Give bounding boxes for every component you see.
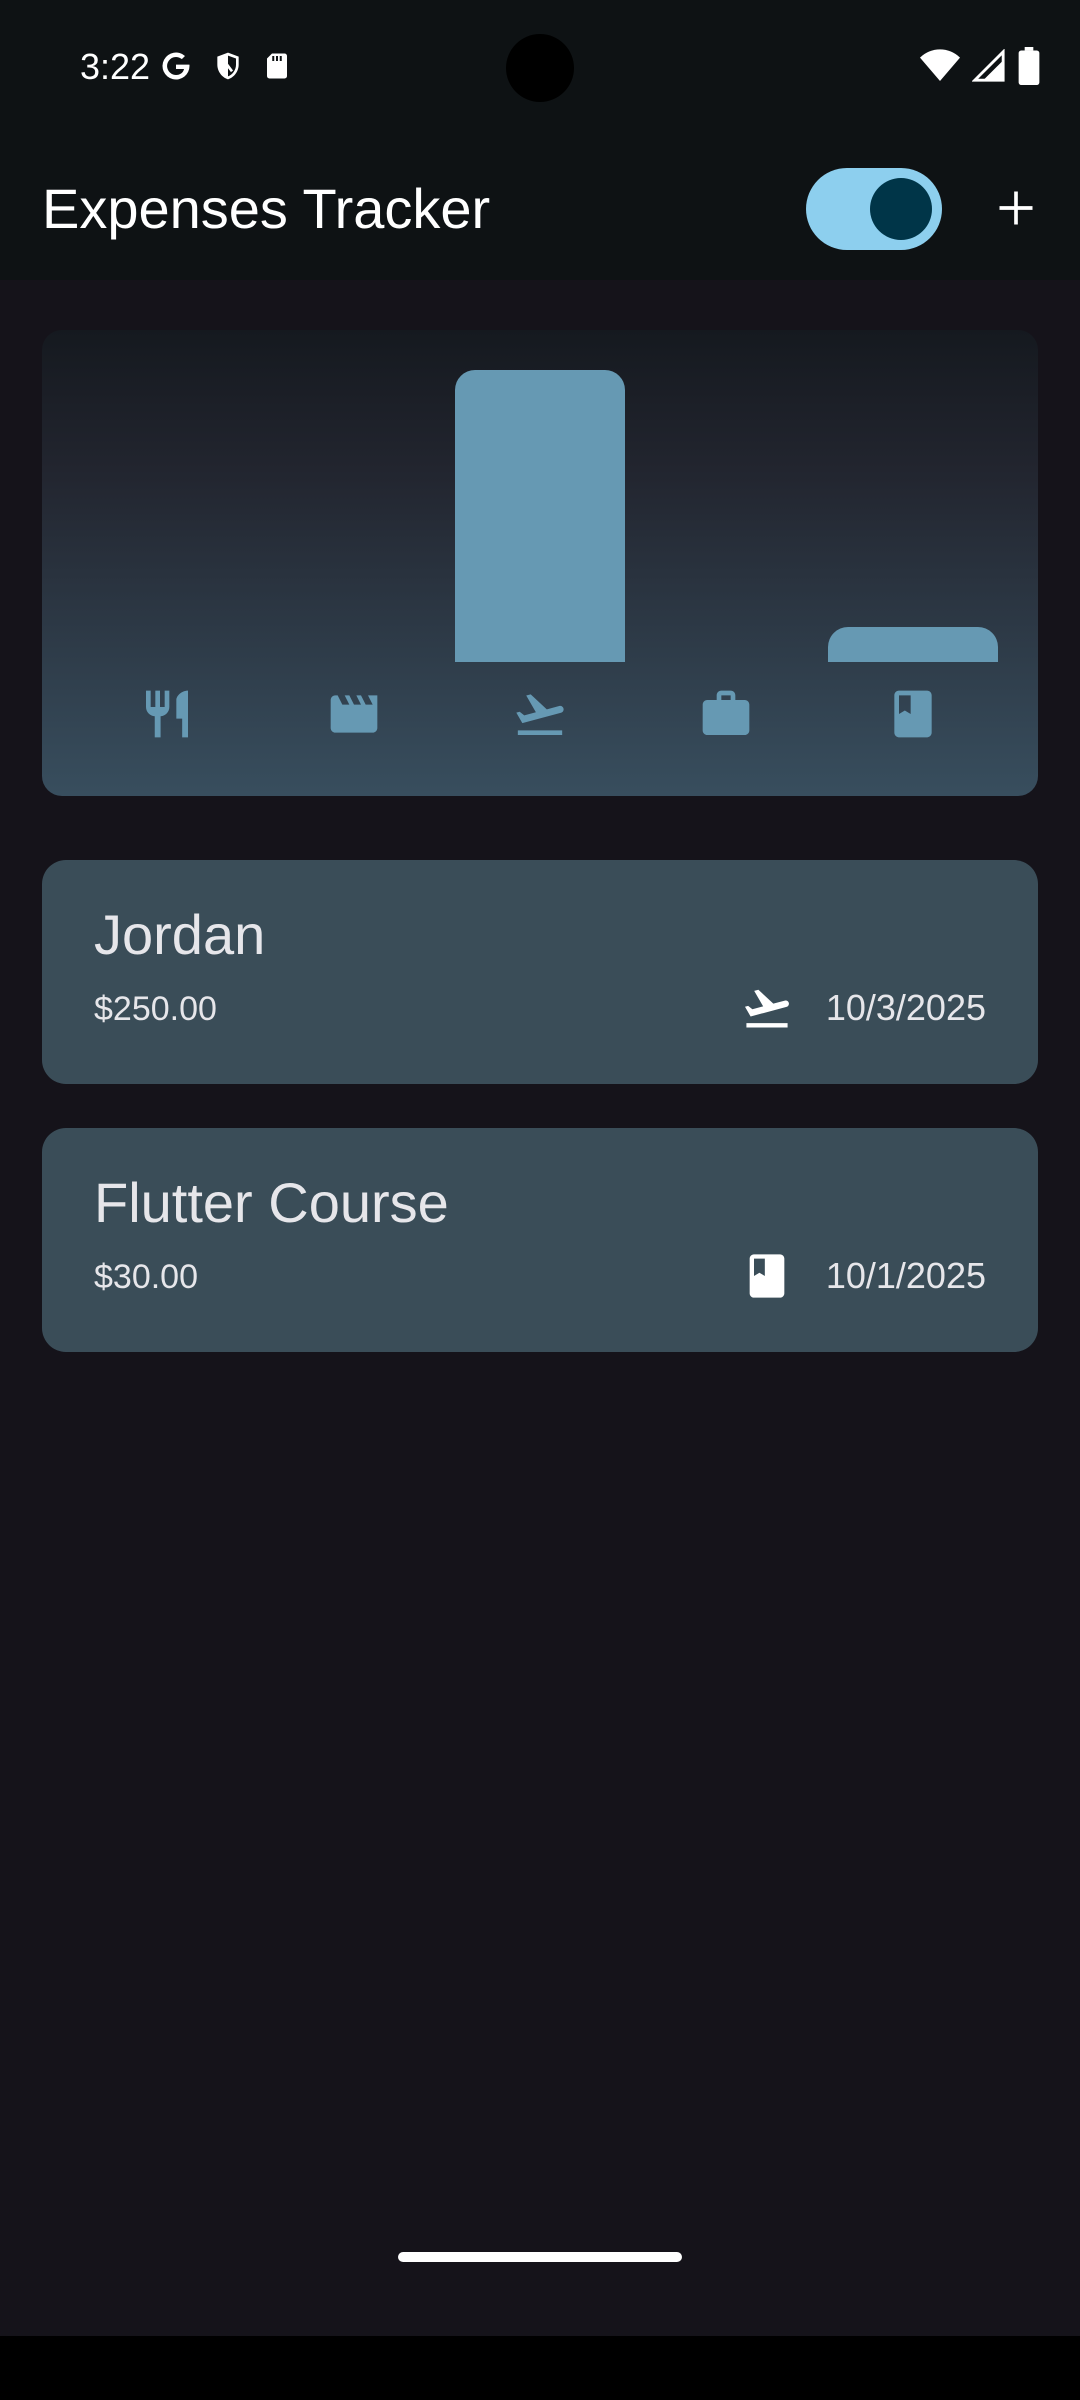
status-bar: 3:22 [0,0,1080,136]
flight-takeoff-icon [510,684,570,744]
system-nav-bar [0,2336,1080,2400]
chart-category-icons [74,684,1006,744]
switch-thumb [870,178,932,240]
expense-item[interactable]: Flutter Course $30.00 10/1/2025 [42,1128,1038,1352]
sd-card-icon [262,49,292,88]
signal-icon [971,47,1006,88]
expense-date: 10/3/2025 [825,987,986,1028]
home-indicator[interactable] [398,2252,682,2262]
wifi-icon [920,48,960,88]
book-icon [883,684,943,744]
movie-icon [324,684,384,744]
battery-icon [1018,46,1040,90]
dark-mode-switch[interactable] [806,168,942,250]
page-title: Expenses Tracker [42,177,491,240]
add-expense-button[interactable] [988,182,1044,238]
shield-icon [212,48,244,89]
book-icon [736,1246,798,1306]
chart-bar-education [827,626,998,662]
flight-takeoff-icon [736,978,798,1038]
status-icons-left [158,48,292,88]
add-icon [994,186,1038,235]
expense-item[interactable]: Jordan $250.00 10/3/2025 [42,860,1038,1084]
expense-chart [42,330,1038,796]
expense-amount: $30.00 [94,1258,198,1296]
work-icon [696,684,756,744]
google-icon [158,48,194,89]
expense-meta: 10/3/2025 [736,978,986,1038]
expense-amount: $250.00 [94,990,217,1028]
camera-cutout [506,34,574,102]
expense-title: Jordan [94,903,266,966]
chart-bar-travel [455,370,625,662]
status-time: 3:22 [80,46,151,87]
app-bar: Expenses Tracker [0,136,1080,280]
restaurant-icon [137,684,197,744]
expense-title: Flutter Course [94,1171,449,1234]
expense-meta: 10/1/2025 [736,1246,986,1306]
chart-plot-area [74,358,1006,662]
expense-date: 10/1/2025 [825,1255,986,1296]
status-icons-right [920,46,1040,90]
